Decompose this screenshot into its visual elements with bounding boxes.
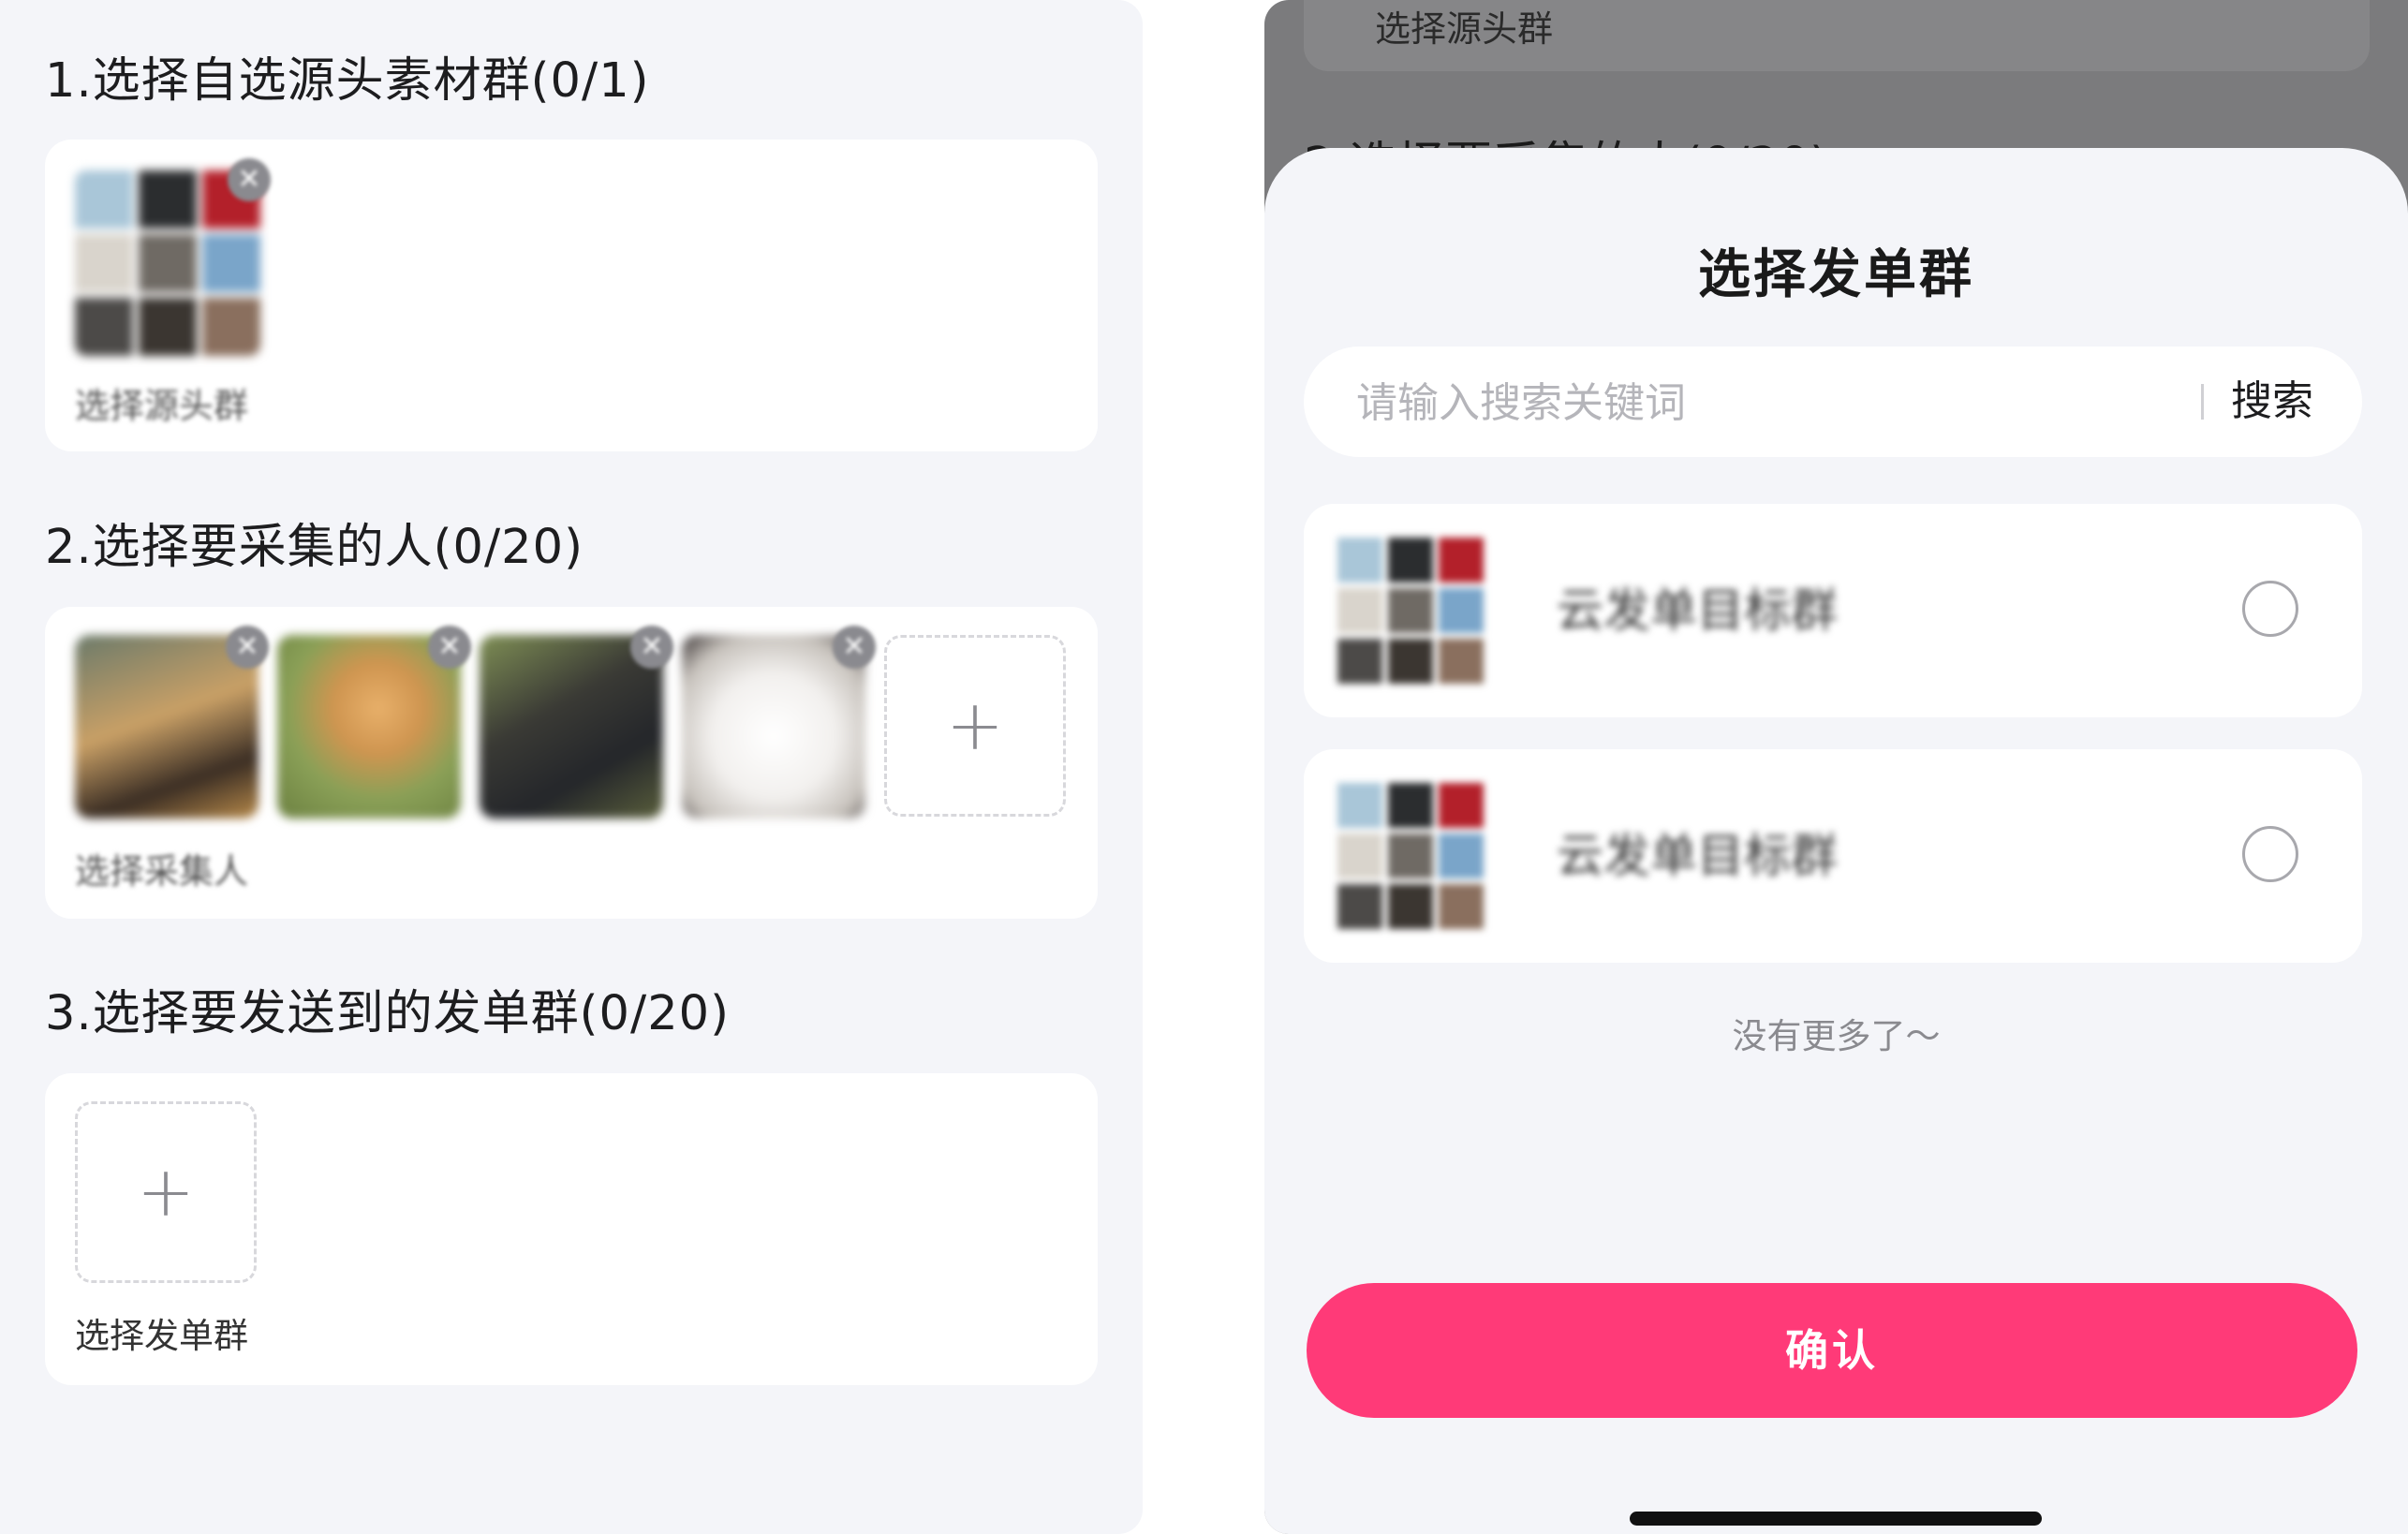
remove-person-2-icon[interactable]: ✕ (428, 626, 471, 669)
section2-title: 2.选择要采集的人(0/20) (45, 520, 584, 575)
source-group-card: ✕ 选择源头群 (45, 140, 1098, 451)
dog-photo[interactable] (277, 635, 461, 819)
search-button[interactable]: 搜索 (2231, 347, 2313, 457)
plus-icon: + (136, 1152, 195, 1232)
sheet-title: 选择发单群 (1698, 244, 1974, 305)
group-avatar (1337, 538, 1484, 684)
person-photo-1[interactable] (75, 635, 259, 819)
cat-photo[interactable] (682, 635, 865, 819)
home-indicator (1630, 1512, 2042, 1526)
background-source-text: 选择源头群 (1375, 8, 1554, 50)
collector-card: ✕ ✕ ✕ ✕ + 选择采集人 (45, 607, 1098, 919)
group-name: 云发单目标群 (1557, 829, 1838, 883)
group-name: 云发单目标群 (1557, 583, 1838, 638)
add-target-group-button[interactable]: + (75, 1101, 257, 1283)
collector-caption: 选择采集人 (75, 851, 248, 892)
remove-person-3-icon[interactable]: ✕ (630, 626, 673, 669)
group-radio-2[interactable] (2242, 826, 2298, 882)
plus-icon: + (945, 686, 1004, 766)
left-screen: 1.选择自选源头素材群(0/1) ✕ 选择源头群 2.选择要采集的人(0/20)… (0, 0, 1143, 1534)
person-photo-3[interactable] (480, 635, 663, 819)
right-screen: 选择源头群 2.选择要采集的人(0/20) 选择发单群 搜索 云发单目标群 (1264, 0, 2408, 1534)
target-group-caption: 选择发单群 (75, 1316, 248, 1356)
background-source-field: 选择源头群 (1304, 0, 2370, 71)
section3-title: 3.选择要发送到的发单群(0/20) (45, 986, 730, 1041)
section1-title: 1.选择自选源头素材群(0/1) (45, 53, 650, 109)
remove-source-group-icon[interactable]: ✕ (228, 158, 271, 201)
target-group-card: + 选择发单群 (45, 1073, 1098, 1385)
remove-person-1-icon[interactable]: ✕ (226, 626, 269, 669)
select-group-sheet: 选择发单群 搜索 云发单目标群 (1264, 148, 2408, 1534)
source-group-caption: 选择源头群 (75, 386, 248, 426)
search-bar: 搜索 (1304, 347, 2362, 459)
search-divider (2201, 384, 2204, 420)
group-radio-1[interactable] (2242, 581, 2298, 637)
group-list-item-1[interactable]: 云发单目标群 (1304, 504, 2362, 717)
remove-person-4-icon[interactable]: ✕ (833, 626, 876, 669)
group-avatar (1337, 783, 1484, 929)
search-input[interactable] (1354, 347, 2182, 459)
source-group-avatar[interactable] (75, 170, 260, 356)
add-person-button[interactable]: + (884, 635, 1066, 817)
confirm-button[interactable]: 确认 (1307, 1283, 2357, 1418)
no-more-text: 没有更多了～ (1732, 1016, 1941, 1056)
group-list-item-2[interactable]: 云发单目标群 (1304, 749, 2362, 963)
